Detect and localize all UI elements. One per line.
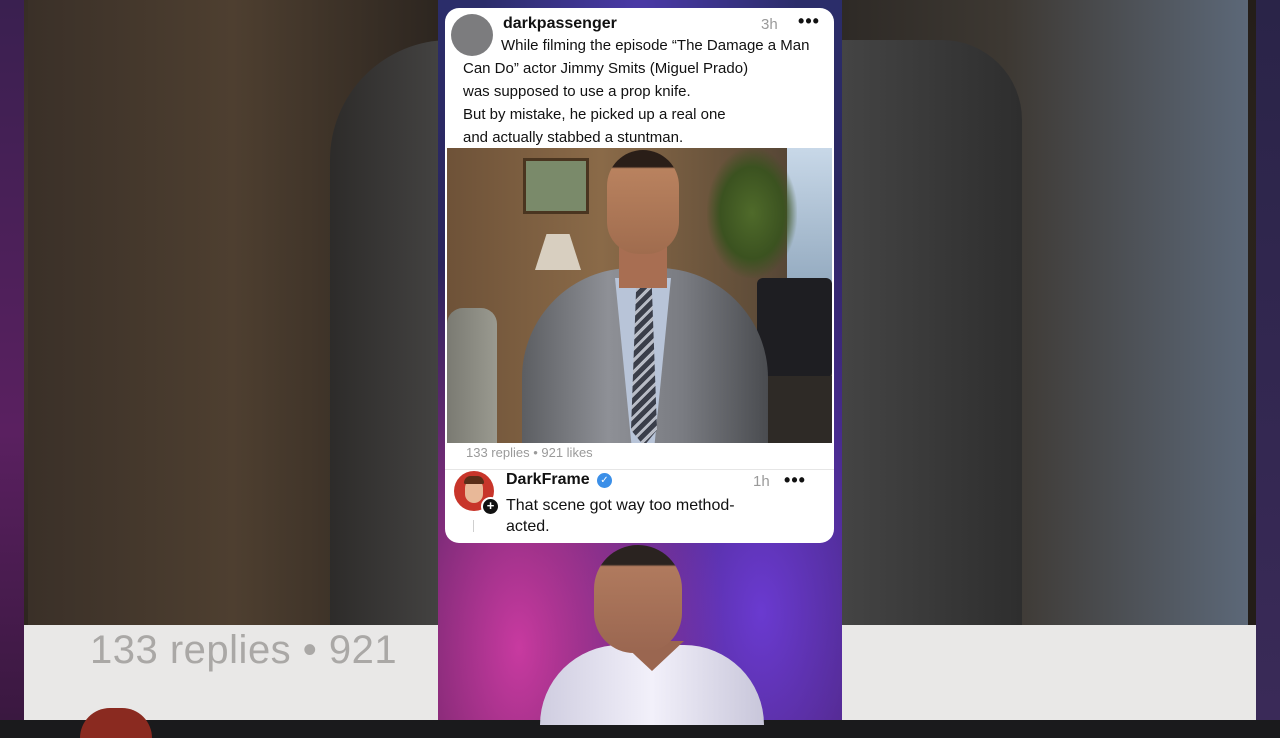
image-chair [447, 308, 497, 443]
image-picture-frame [523, 158, 589, 214]
divider [445, 469, 834, 470]
post-text-line: and actually stabbed a stuntman. [463, 129, 684, 146]
image-plant [707, 148, 797, 278]
more-horizontal-icon[interactable]: ••• [783, 470, 807, 492]
post-card[interactable]: darkpassenger 3h ••• While filming the e… [445, 8, 834, 543]
person-head [594, 545, 682, 653]
background-edge-left [0, 0, 24, 720]
reply-username[interactable]: DarkFrame [506, 471, 590, 489]
post-engagement-counts[interactable]: 133 replies • 921 likes [466, 445, 593, 460]
reply-timestamp: 1h [753, 473, 770, 490]
post-image[interactable] [447, 148, 832, 443]
post-text-line: But by mistake, he picked up a real one [463, 106, 726, 123]
more-horizontal-icon[interactable]: ••• [797, 11, 821, 33]
reply-text-line: acted. [506, 518, 550, 535]
reply-text-line: That scene got way too method- [506, 497, 735, 514]
post-body: While filming the episode “The Damage a … [463, 34, 834, 149]
background-edge-right [1256, 0, 1280, 720]
image-desk [757, 376, 832, 443]
post-text-line: Can Do” actor Jimmy Smits (Miguel Prado) [463, 60, 749, 77]
follow-plus-icon[interactable]: + [481, 497, 500, 516]
post-username[interactable]: darkpassenger [503, 15, 617, 33]
video-person [540, 545, 764, 725]
reply-body: That scene got way too method- acted. [506, 495, 796, 537]
post-timestamp: 3h [761, 16, 778, 33]
thread-line [473, 520, 474, 532]
image-head [607, 150, 679, 254]
verified-badge-icon: ✓ [597, 473, 612, 488]
post-text-line: While filming the episode “The Damage a … [501, 37, 810, 54]
post-text-line: was supposed to use a prop knife. [463, 83, 691, 100]
image-bag [757, 278, 832, 378]
background-counts-text: 133 replies • 921 [90, 628, 398, 672]
avatar-hair [464, 476, 484, 484]
background-figure-right [842, 40, 1022, 625]
